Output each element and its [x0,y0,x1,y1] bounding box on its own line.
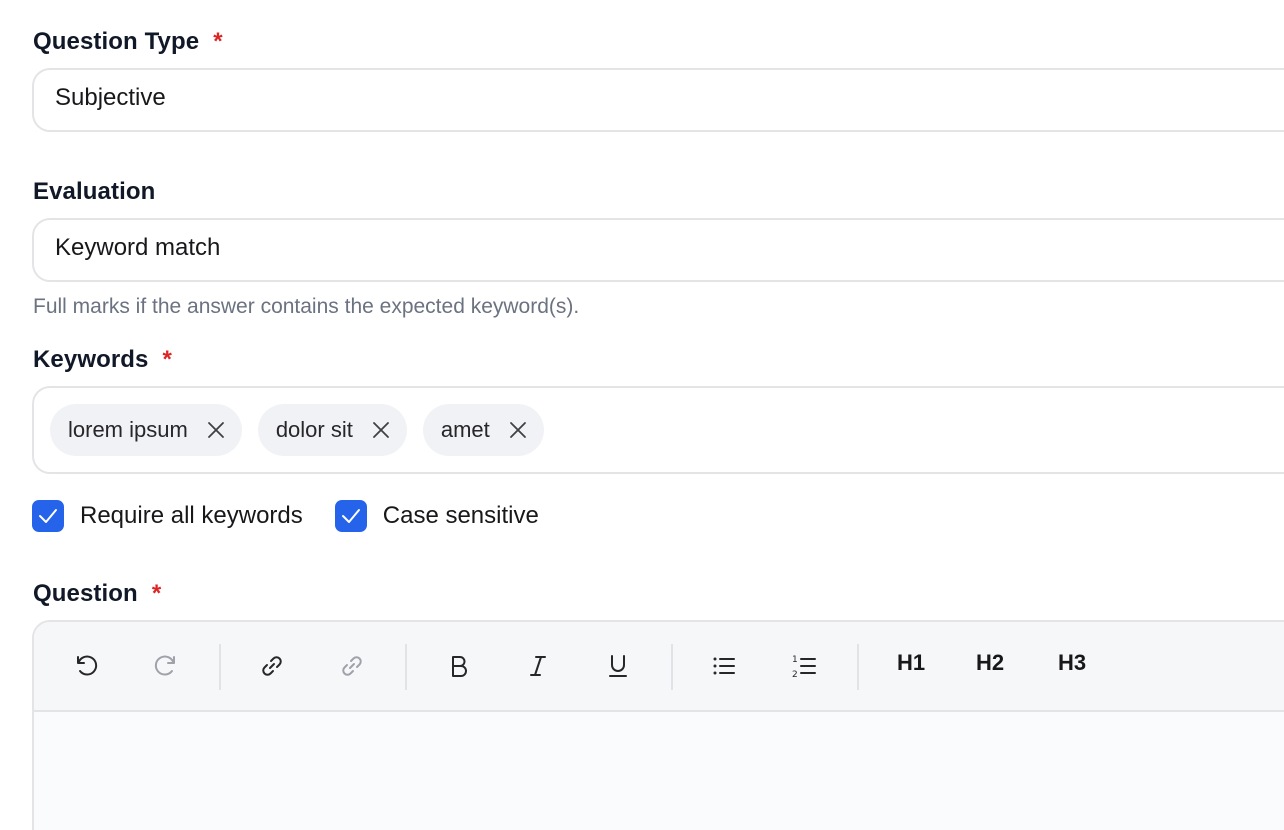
evaluation-select[interactable]: Keyword match [32,218,1284,282]
checkmark-icon [341,509,360,523]
question-type-label-text: Question Type [33,28,200,55]
toolbar-divider [405,644,407,690]
close-icon[interactable] [371,420,391,440]
keyword-chips: lorem ipsum dolor sit amet [50,404,544,456]
heading-1-button[interactable]: H1 [897,650,925,676]
required-marker: * [162,346,172,373]
evaluation-value: Keyword match [55,234,221,261]
question-rich-text-editor: 12 H1 H2 H3 [32,620,1284,830]
svg-text:1: 1 [792,655,798,665]
close-icon[interactable] [206,420,226,440]
keyword-chip: amet [422,404,544,456]
evaluation-label: Evaluation [33,178,156,205]
evaluation-help-text: Full marks if the answer contains the ex… [33,295,580,318]
svg-text:2: 2 [792,670,798,680]
close-icon[interactable] [508,420,528,440]
question-type-select[interactable]: Subjective [32,68,1284,132]
toolbar-divider [671,644,673,690]
italic-icon[interactable] [518,646,558,686]
heading-2-button[interactable]: H2 [976,650,1004,676]
toolbar-divider [219,644,221,690]
checkmark-icon [39,509,57,523]
checkbox-checked[interactable] [32,500,64,532]
redo-icon[interactable] [146,646,186,686]
case-sensitive-label: Case sensitive [382,502,539,529]
question-label-text: Question [33,580,138,607]
keyword-chip: dolor sit [257,404,407,456]
keywords-input[interactable]: lorem ipsum dolor sit amet [32,386,1284,474]
keyword-chip-text: lorem ipsum [68,417,188,442]
link-icon[interactable] [252,646,292,686]
required-marker: * [151,580,162,607]
keyword-chip-text: amet [440,417,490,442]
toolbar-divider [857,644,859,690]
keywords-label-text: Keywords [33,346,149,373]
heading-3-button[interactable]: H3 [1058,650,1086,676]
editor-toolbar: 12 H1 H2 H3 [34,622,1284,712]
question-label: Question * [33,580,161,608]
keyword-chip-text: dolor sit [275,417,353,442]
underline-icon[interactable] [598,646,638,686]
keywords-label: Keywords * [33,346,172,374]
unlink-icon[interactable] [332,646,372,686]
bullet-list-icon[interactable] [704,646,744,686]
numbered-list-icon[interactable]: 12 [784,646,824,686]
keyword-chip: lorem ipsum [50,404,242,456]
keyword-options: Require all keywords Case sensitive [32,500,571,532]
required-marker: * [213,28,223,55]
question-type-label: Question Type * [33,28,223,56]
case-sensitive-checkbox[interactable]: Case sensitive [334,500,539,532]
question-form: Question Type * Subjective Evaluation Key… [0,0,1284,830]
require-all-keywords-checkbox[interactable]: Require all keywords [32,500,303,532]
checkbox-checked[interactable] [334,500,367,532]
require-all-keywords-label: Require all keywords [80,502,303,529]
bold-icon[interactable] [439,646,479,686]
undo-icon[interactable] [66,646,106,686]
question-type-value: Subjective [55,84,166,111]
editor-content-area[interactable] [34,712,1284,830]
